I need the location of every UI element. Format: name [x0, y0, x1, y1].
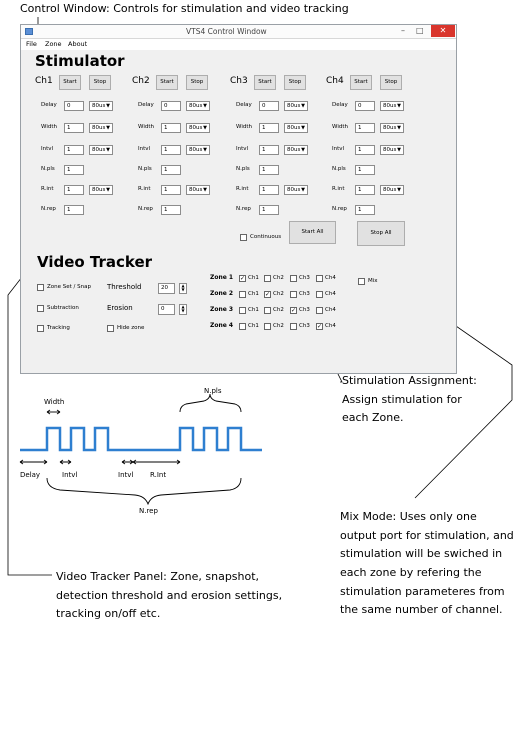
diagram-npls-label: N.pls: [204, 387, 222, 395]
rint-arrow: [132, 459, 181, 465]
npls-brace: [179, 393, 242, 413]
diagram-rint-label: R.Int: [150, 471, 167, 479]
diagram-intvl2-label: Intvl: [118, 471, 134, 479]
intvl2-arrow: [121, 459, 134, 465]
intvl1-arrow: [59, 459, 72, 465]
delay-arrow: [19, 459, 48, 465]
nrep-brace: [46, 477, 242, 506]
pulse-diagram: [19, 393, 262, 506]
diagram-nrep-label: N.rep: [139, 507, 158, 515]
diagram-delay-label: Delay: [20, 471, 41, 479]
pulse-train-line: [20, 426, 262, 452]
diagram-intvl1-label: Intvl: [62, 471, 78, 479]
diagram-width-label: Width: [44, 398, 65, 406]
